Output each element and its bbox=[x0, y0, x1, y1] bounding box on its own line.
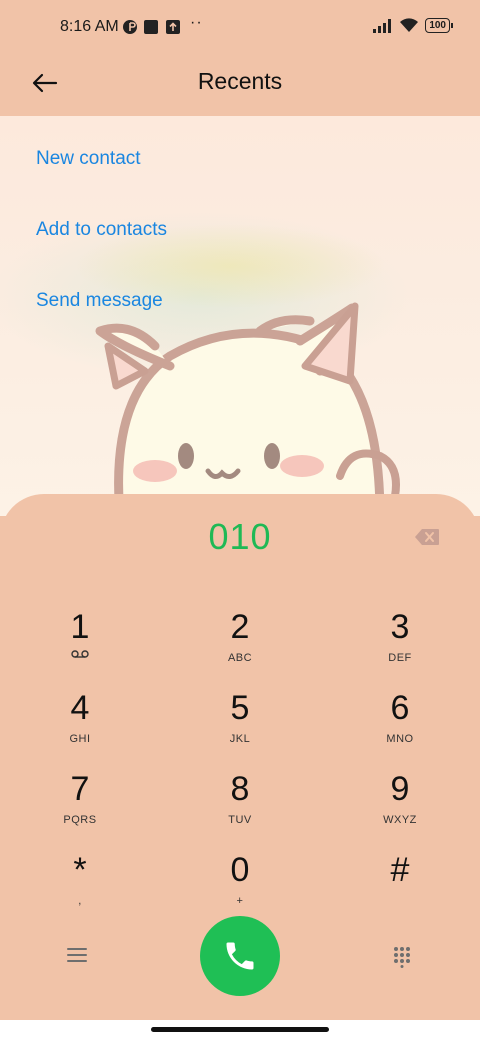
send-message-link[interactable]: Send message bbox=[36, 290, 163, 312]
status-time: 8:16 AM bbox=[60, 18, 119, 35]
character-illustration bbox=[95, 302, 400, 516]
voicemail-icon bbox=[71, 650, 89, 658]
dial-pad: 010 1 2 ABC 3 DEF 4 GHI 5 JKL 6 MNO 7 PQ… bbox=[0, 494, 480, 1024]
key-letters: DEF bbox=[388, 652, 412, 664]
battery-indicator: 100 bbox=[425, 18, 453, 33]
system-nav-bar bbox=[0, 1020, 480, 1040]
dialed-number: 010 bbox=[208, 516, 272, 557]
status-bar: 8:16 AM ·· 100 bbox=[0, 0, 480, 56]
key-7[interactable]: 7 PQRS bbox=[0, 768, 160, 848]
app-header: Recents bbox=[0, 56, 480, 116]
key-letters: JKL bbox=[229, 733, 251, 745]
key-digit: 4 bbox=[70, 689, 90, 727]
call-button[interactable] bbox=[200, 916, 280, 996]
menu-icon[interactable] bbox=[66, 946, 88, 964]
key-letters: GHI bbox=[69, 733, 91, 745]
key-4[interactable]: 4 GHI bbox=[0, 687, 160, 767]
key-8[interactable]: 8 TUV bbox=[160, 768, 320, 848]
key-digit: # bbox=[390, 851, 410, 889]
key-digit: 2 bbox=[230, 608, 250, 646]
page-title: Recents bbox=[197, 68, 283, 94]
wallpaper-background: New contact Add to contacts Send message bbox=[0, 116, 480, 516]
key-digit: 8 bbox=[230, 770, 250, 808]
wifi-icon bbox=[400, 18, 419, 32]
signal-icon bbox=[373, 18, 392, 33]
key-letters: PQRS bbox=[63, 814, 97, 826]
key-letters: + bbox=[236, 895, 244, 907]
add-to-contacts-link[interactable]: Add to contacts bbox=[36, 219, 167, 241]
more-notifications: ·· bbox=[190, 14, 203, 31]
backspace-icon[interactable] bbox=[414, 528, 440, 546]
key-letters: MNO bbox=[386, 733, 414, 745]
new-contact-link[interactable]: New contact bbox=[36, 148, 141, 170]
dialpad-toggle-icon[interactable] bbox=[393, 946, 411, 968]
key-digit: 0 bbox=[230, 851, 250, 889]
key-digit: 7 bbox=[70, 770, 90, 808]
key-9[interactable]: 9 WXYZ bbox=[320, 768, 480, 848]
key-digit: 3 bbox=[390, 608, 410, 646]
key-digit: 9 bbox=[390, 770, 410, 808]
app-notification-icon bbox=[123, 20, 137, 34]
key-letters: WXYZ bbox=[383, 814, 417, 826]
key-letters: , bbox=[78, 895, 82, 907]
key-digit: * bbox=[73, 851, 87, 889]
key-5[interactable]: 5 JKL bbox=[160, 687, 320, 767]
key-1[interactable]: 1 bbox=[0, 606, 160, 686]
upload-icon bbox=[166, 20, 180, 34]
key-hash[interactable]: # bbox=[320, 849, 480, 929]
key-star[interactable]: * , bbox=[0, 849, 160, 929]
key-2[interactable]: 2 ABC bbox=[160, 606, 320, 686]
key-letters: ABC bbox=[227, 652, 253, 664]
key-digit: 6 bbox=[390, 689, 410, 727]
home-gesture-handle[interactable] bbox=[151, 1027, 329, 1032]
key-letters: TUV bbox=[228, 814, 252, 826]
notification-square-icon bbox=[144, 20, 158, 34]
phone-icon bbox=[226, 942, 254, 970]
key-digit: 5 bbox=[230, 689, 250, 727]
key-3[interactable]: 3 DEF bbox=[320, 606, 480, 686]
key-digit: 1 bbox=[70, 608, 90, 646]
key-6[interactable]: 6 MNO bbox=[320, 687, 480, 767]
